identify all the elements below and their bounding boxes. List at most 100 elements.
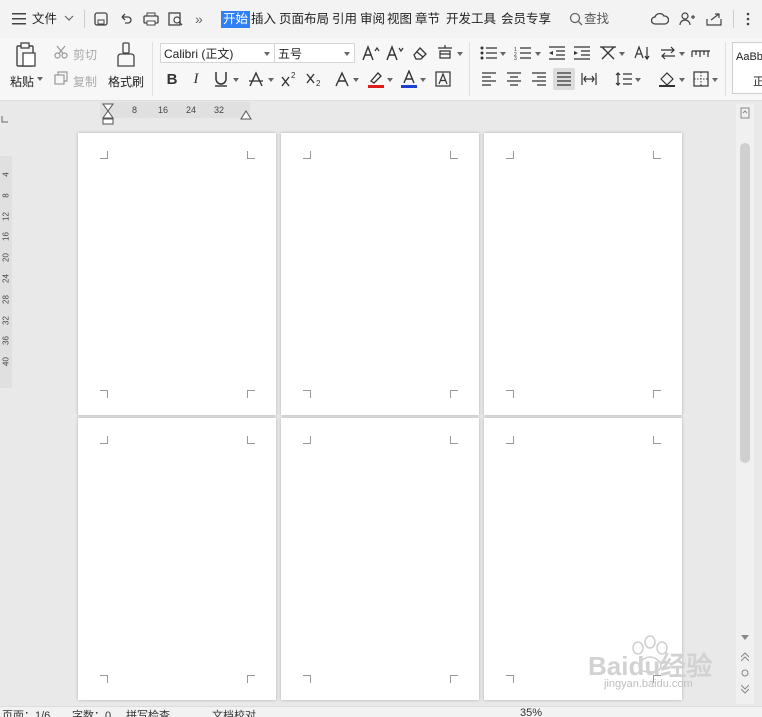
document-page[interactable] xyxy=(78,133,276,415)
show-marks-icon[interactable] xyxy=(690,42,712,64)
ruler-tick: 8 xyxy=(1,193,11,198)
chevron-down-icon[interactable] xyxy=(64,14,74,22)
align-right-icon[interactable] xyxy=(528,68,550,90)
justify-icon[interactable] xyxy=(553,68,575,90)
scroll-up-arrow[interactable] xyxy=(740,107,750,119)
format-painter-icon[interactable] xyxy=(116,42,136,68)
borders-icon[interactable] xyxy=(690,68,712,90)
scroll-down-arrow[interactable] xyxy=(741,635,749,641)
file-menu[interactable]: 文件 xyxy=(32,10,57,28)
chinese-layout-icon[interactable] xyxy=(597,42,619,64)
chevron-down-icon[interactable] xyxy=(635,78,641,82)
strikethrough-icon[interactable] xyxy=(245,68,267,90)
font-size-select[interactable]: 五号 xyxy=(274,43,355,63)
select-browse-object-icon[interactable] xyxy=(741,669,749,677)
superscript-icon[interactable]: 2 xyxy=(279,68,301,90)
tab-insert[interactable]: 插入 xyxy=(251,11,276,28)
tab-member[interactable]: 会员专享 xyxy=(501,11,551,28)
tab-home[interactable]: 开始 xyxy=(221,11,251,28)
page-corner-mark xyxy=(247,675,255,683)
ruler-tick: 32 xyxy=(214,105,225,115)
save-icon[interactable] xyxy=(94,12,108,26)
highlight-icon[interactable] xyxy=(365,68,387,90)
font-name-select[interactable]: Calibri (正文) xyxy=(160,43,275,63)
char-border-icon[interactable] xyxy=(432,68,454,90)
phonetic-guide-icon[interactable] xyxy=(434,42,456,64)
clear-format-icon[interactable] xyxy=(409,42,431,64)
tab-page-layout[interactable]: 页面布局 xyxy=(279,11,329,28)
chevron-down-icon[interactable] xyxy=(353,78,359,82)
distribute-icon[interactable] xyxy=(578,68,600,90)
paste-button[interactable]: 粘贴 xyxy=(10,73,34,90)
chevron-down-icon[interactable] xyxy=(500,52,506,56)
sort-icon[interactable] xyxy=(631,42,653,64)
increase-indent-icon[interactable] xyxy=(571,42,593,64)
numbered-list-icon[interactable]: 123 xyxy=(512,42,534,64)
copy-icon[interactable] xyxy=(54,71,68,85)
tab-view[interactable]: 视图 xyxy=(387,11,412,28)
watermark-url: jingyan.baidu.com xyxy=(604,678,693,690)
chevron-down-icon[interactable] xyxy=(679,52,685,56)
cloud-sync-icon[interactable] xyxy=(651,12,669,26)
left-indent-marker[interactable] xyxy=(102,103,114,125)
menu-icon[interactable] xyxy=(12,13,26,25)
chevron-down-icon[interactable] xyxy=(387,78,393,82)
ruler-tick: 12 xyxy=(1,211,11,221)
share-icon[interactable] xyxy=(706,12,722,26)
scrollbar-thumb[interactable] xyxy=(740,143,750,463)
shrink-font-icon[interactable] xyxy=(384,42,406,64)
italic-icon[interactable]: I xyxy=(185,68,207,90)
document-page[interactable] xyxy=(281,418,479,700)
style-gallery-item[interactable]: AaBb 正 xyxy=(732,42,762,94)
search-icon[interactable] xyxy=(569,12,583,26)
horizontal-ruler[interactable]: 8 16 24 32 xyxy=(100,102,250,118)
print-icon[interactable] xyxy=(143,12,159,26)
document-page[interactable] xyxy=(78,418,276,700)
more-button[interactable]: » xyxy=(195,10,203,28)
vertical-ruler[interactable]: 4 8 12 16 20 24 28 32 36 40 xyxy=(0,156,12,388)
chevron-down-icon[interactable] xyxy=(233,78,239,82)
tab-section[interactable]: 章节 xyxy=(415,11,440,28)
decrease-indent-icon[interactable] xyxy=(546,42,568,64)
chevron-down-icon[interactable] xyxy=(37,77,43,81)
prev-page-icon[interactable] xyxy=(741,652,749,662)
align-left-icon[interactable] xyxy=(478,68,500,90)
right-indent-marker[interactable] xyxy=(240,110,252,120)
grow-font-icon[interactable] xyxy=(360,42,382,64)
copy-button[interactable]: 复制 xyxy=(73,73,97,90)
scissors-icon[interactable] xyxy=(54,45,68,59)
paste-icon[interactable] xyxy=(14,42,38,68)
next-page-icon[interactable] xyxy=(741,684,749,694)
align-center-icon[interactable] xyxy=(503,68,525,90)
print-preview-icon[interactable] xyxy=(168,12,184,26)
chevron-down-icon[interactable] xyxy=(712,78,718,82)
page-corner-mark xyxy=(450,390,458,398)
tab-review[interactable]: 审阅 xyxy=(360,11,385,28)
subscript-icon[interactable]: 2 xyxy=(304,68,326,90)
underline-icon[interactable] xyxy=(210,68,232,90)
bold-icon[interactable]: B xyxy=(161,68,183,90)
line-spacing-icon[interactable] xyxy=(613,68,635,90)
font-color-icon[interactable] xyxy=(398,68,420,90)
cut-button[interactable]: 剪切 xyxy=(73,46,97,63)
shading-icon[interactable] xyxy=(656,68,678,90)
chevron-down-icon[interactable] xyxy=(535,52,541,56)
chevron-down-icon[interactable] xyxy=(420,78,426,82)
bullet-list-icon[interactable] xyxy=(478,42,500,64)
tab-developer[interactable]: 开发工具 xyxy=(446,11,496,28)
more-vertical-icon[interactable] xyxy=(746,12,750,26)
tab-stop-selector[interactable] xyxy=(1,115,9,123)
search-label[interactable]: 查找 xyxy=(584,10,609,28)
document-page[interactable] xyxy=(281,133,479,415)
chevron-down-icon[interactable] xyxy=(679,78,685,82)
user-add-icon[interactable] xyxy=(679,12,695,26)
chevron-down-icon[interactable] xyxy=(268,78,274,82)
chevron-down-icon[interactable] xyxy=(619,52,625,56)
document-page[interactable] xyxy=(484,133,682,415)
undo-icon[interactable] xyxy=(119,12,133,26)
tab-references[interactable]: 引用 xyxy=(332,11,357,28)
text-effect-icon[interactable] xyxy=(331,68,353,90)
format-painter-button[interactable]: 格式刷 xyxy=(108,73,144,90)
chevron-down-icon[interactable] xyxy=(457,52,463,56)
text-direction-icon[interactable] xyxy=(657,42,679,64)
